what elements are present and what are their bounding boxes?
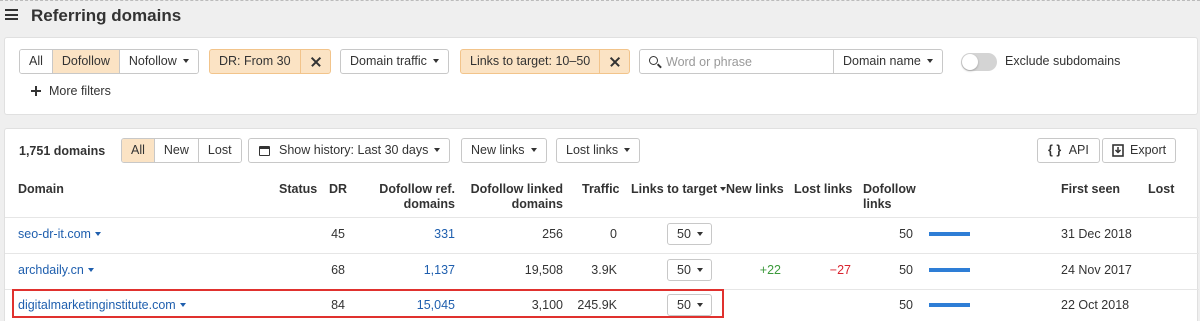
chevron-down-icon	[926, 58, 933, 63]
col-links-to-target-label: Links to target	[631, 182, 718, 196]
domain-link-text: seo-dr-it.com	[18, 227, 91, 241]
linked-domains-value: 256	[542, 227, 563, 241]
links-to-target-select[interactable]: 50	[667, 259, 712, 281]
search-input[interactable]	[640, 50, 833, 73]
close-icon[interactable]	[299, 50, 330, 73]
history-tabs: All New Lost	[121, 138, 242, 163]
link-type-nofollow[interactable]: Nofollow	[119, 50, 198, 73]
links-to-target-select[interactable]: 50	[667, 223, 712, 245]
chevron-down-icon	[434, 147, 441, 152]
dr-value: 45	[331, 227, 345, 241]
close-icon[interactable]	[599, 50, 629, 73]
domain-traffic-dropdown[interactable]: Domain traffic	[340, 49, 449, 74]
col-links-to-target[interactable]: Links to target	[631, 182, 727, 197]
chevron-down-icon	[182, 58, 189, 63]
export-button[interactable]: Export	[1102, 138, 1177, 163]
col-lost[interactable]: Lost	[1148, 182, 1174, 197]
col-dofollow-linked-domains[interactable]: Dofollow linked domains	[467, 182, 563, 212]
new-links-value: +22	[759, 263, 781, 277]
links-to-target-label: Links to target: 10–50	[470, 54, 591, 68]
search-mode-dropdown[interactable]: Domain name	[834, 50, 942, 73]
dofollow-links-value: 50	[899, 227, 913, 241]
tab-lost[interactable]: Lost	[198, 139, 241, 162]
chevron-down-icon	[87, 267, 94, 272]
first-seen-value: 24 Nov 2017	[1061, 263, 1132, 277]
links-to-target-value: 50	[677, 263, 691, 277]
dofollow-links-bar	[929, 232, 970, 236]
chevron-down-icon	[94, 231, 101, 236]
page-title: Referring domains	[31, 6, 182, 25]
link-type-nofollow-label: Nofollow	[128, 54, 177, 68]
first-seen-value: 22 Oct 2018	[1061, 298, 1130, 312]
col-traffic[interactable]: Traffic	[582, 182, 620, 197]
domain-link[interactable]: seo-dr-it.com	[18, 227, 101, 242]
show-history-label: Show history: Last 30 days	[279, 143, 429, 157]
search-mode-label: Domain name	[843, 54, 921, 68]
col-new-links[interactable]: New links	[726, 182, 784, 197]
traffic-value: 3.9K	[591, 263, 617, 277]
more-filters-button[interactable]: More filters	[49, 84, 111, 98]
ref-domains-value[interactable]: 331	[385, 227, 455, 242]
search-icon	[649, 56, 658, 65]
domain-traffic-label: Domain traffic	[350, 54, 427, 68]
ref-domains-value[interactable]: 1,137	[385, 263, 455, 278]
domain-count: 1,751 domains	[19, 144, 106, 158]
chevron-down-icon	[696, 231, 703, 236]
dofollow-links-value: 50	[899, 263, 913, 277]
chevron-down-icon	[432, 58, 439, 63]
domain-link-text: archdaily.cn	[18, 263, 84, 277]
toggle-knob	[962, 54, 978, 70]
exclude-subdomains-toggle[interactable]	[961, 53, 997, 71]
dr-filter-label: DR: From 30	[219, 54, 291, 68]
braces-icon: { }	[1048, 143, 1062, 157]
link-type-all[interactable]: All	[20, 50, 53, 73]
header-divider	[5, 217, 1199, 218]
dofollow-links-value: 50	[899, 298, 913, 312]
links-to-target-chip[interactable]: Links to target: 10–50	[460, 49, 631, 74]
new-links-dropdown[interactable]: New links	[461, 138, 547, 163]
new-links-label: New links	[471, 143, 525, 157]
first-seen-value: 31 Dec 2018	[1061, 227, 1132, 241]
tab-all[interactable]: All	[122, 139, 155, 162]
dr-value: 68	[331, 263, 345, 277]
dofollow-links-bar	[929, 268, 970, 272]
col-dofollow-links[interactable]: Dofollow links	[863, 182, 923, 212]
col-status[interactable]: Status	[279, 182, 317, 197]
col-domain[interactable]: Domain	[18, 182, 64, 197]
exclude-subdomains-label: Exclude subdomains	[1005, 54, 1121, 68]
traffic-value: 0	[610, 227, 617, 241]
col-dr[interactable]: DR	[329, 182, 347, 197]
hamburger-menu-icon[interactable]	[5, 9, 18, 20]
lost-links-label: Lost links	[566, 143, 619, 157]
plus-icon	[31, 86, 41, 96]
col-lost-links[interactable]: Lost links	[794, 182, 852, 197]
linked-domains-value: 19,508	[524, 263, 563, 277]
api-button[interactable]: { } API	[1037, 138, 1100, 163]
export-icon	[1112, 144, 1124, 157]
dr-filter-chip[interactable]: DR: From 30	[209, 49, 331, 74]
chevron-down-icon	[530, 147, 537, 152]
show-history-dropdown[interactable]: Show history: Last 30 days	[248, 138, 451, 163]
lost-links-dropdown[interactable]: Lost links	[556, 138, 641, 163]
links-to-target-value: 50	[677, 227, 691, 241]
api-label: API	[1068, 143, 1089, 157]
chevron-down-icon	[696, 267, 703, 272]
link-type-toggle: All Dofollow Nofollow	[19, 49, 199, 74]
col-first-seen[interactable]: First seen	[1061, 182, 1120, 197]
export-label: Export	[1130, 143, 1167, 157]
link-type-dofollow[interactable]: Dofollow	[52, 50, 120, 73]
search-box: Domain name	[639, 49, 943, 74]
filters-panel: All Dofollow Nofollow DR: From 30 Domain…	[4, 37, 1198, 115]
tab-new[interactable]: New	[154, 139, 199, 162]
dofollow-links-bar	[929, 303, 970, 307]
lost-links-value: −27	[829, 263, 851, 277]
row-divider	[5, 253, 1199, 254]
row-highlight-annotation	[12, 289, 724, 318]
col-dofollow-ref-domains[interactable]: Dofollow ref. domains	[373, 182, 455, 212]
search-field	[640, 50, 834, 73]
top-bar: Referring domains	[0, 0, 1200, 30]
domain-link[interactable]: archdaily.cn	[18, 263, 94, 278]
calendar-icon	[259, 146, 270, 156]
chevron-down-icon	[624, 147, 631, 152]
